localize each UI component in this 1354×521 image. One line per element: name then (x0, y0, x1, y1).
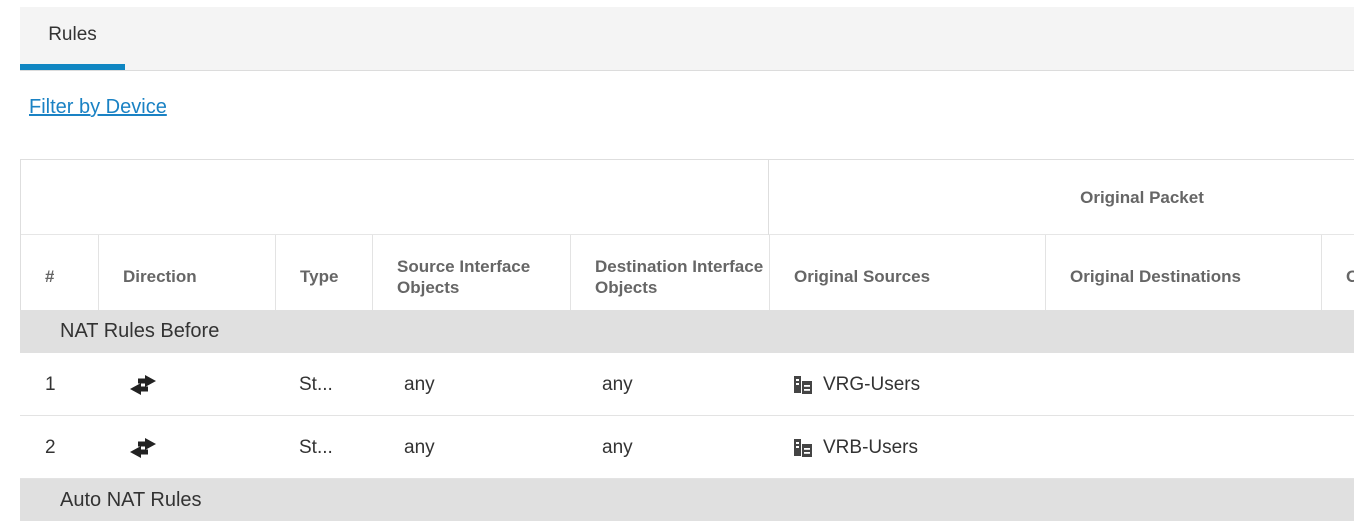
original-source-label: VRG-Users (823, 373, 921, 395)
rule-type: St... (299, 436, 333, 458)
column-group-header-row: Original Packet (20, 159, 1354, 235)
destination-interface: any (602, 436, 633, 458)
column-header-row: # Direction Type Source Interface Object… (20, 235, 1354, 310)
original-source[interactable]: VRG-Users (793, 353, 920, 416)
column-header-number[interactable]: # (20, 235, 98, 310)
source-interface: any (404, 373, 435, 395)
nat-rules-table: Original Packet # Direction Type Source … (20, 159, 1354, 521)
bidirectional-arrows-icon (129, 353, 157, 416)
original-source[interactable]: VRB-Users (793, 416, 918, 479)
section-nat-rules-before[interactable]: NAT Rules Before (20, 310, 1354, 353)
column-header-original-sources[interactable]: Original Sources (769, 235, 1045, 310)
active-tab-indicator (20, 64, 125, 70)
column-header-type[interactable]: Type (275, 235, 372, 310)
section-auto-nat-rules[interactable]: Auto NAT Rules (20, 479, 1354, 521)
tab-rules[interactable]: Rules (20, 7, 125, 69)
rule-number: 2 (45, 436, 56, 458)
column-header-original-services[interactable]: Original Services (1321, 235, 1354, 310)
table-row[interactable]: 2 St... any any VRB-Users (20, 416, 1354, 479)
column-header-destination-interface[interactable]: Destination Interface Objects (570, 235, 769, 310)
original-source-label: VRB-Users (823, 436, 919, 458)
bidirectional-arrows-icon (129, 416, 157, 479)
rule-number: 1 (45, 373, 56, 395)
column-group-empty (20, 160, 769, 235)
tab-rules-label: Rules (48, 24, 97, 45)
network-group-icon (794, 438, 812, 457)
destination-interface: any (602, 373, 633, 395)
network-group-icon (794, 375, 812, 394)
tab-bar: Rules (20, 7, 1354, 71)
source-interface: any (404, 436, 435, 458)
column-header-original-destinations[interactable]: Original Destinations (1045, 235, 1321, 310)
rule-type: St... (299, 373, 333, 395)
column-header-direction[interactable]: Direction (98, 235, 275, 310)
table-row[interactable]: 1 St... any any VRG-Users (20, 353, 1354, 416)
filter-by-device-link[interactable]: Filter by Device (29, 96, 167, 119)
column-group-original-packet: Original Packet (1080, 187, 1204, 207)
column-header-source-interface[interactable]: Source Interface Objects (372, 235, 570, 310)
